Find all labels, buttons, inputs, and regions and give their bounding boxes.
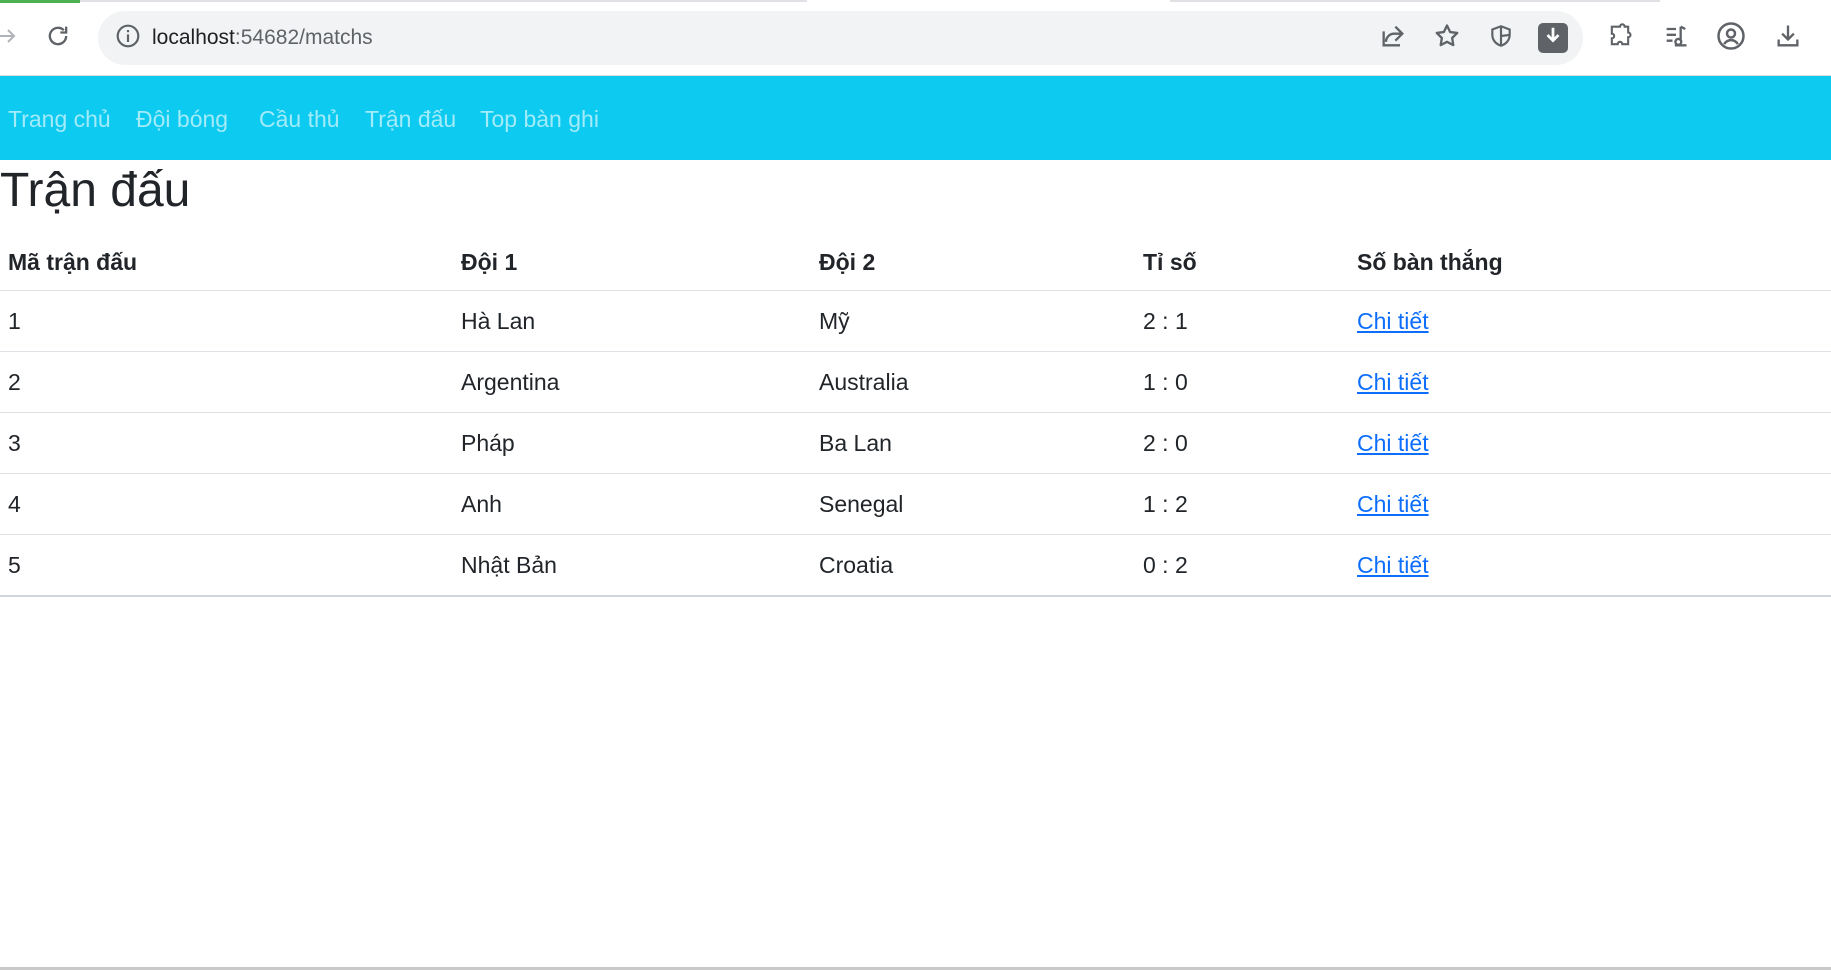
table-row: 5 Nhật Bản Croatia 0 : 2 Chi tiết (0, 534, 1831, 597)
matches-table: Mã trận đấu Đội 1 Đội 2 Tỉ số Số bàn thắ… (0, 234, 1831, 597)
shield-button[interactable] (1486, 23, 1516, 53)
arrow-right-icon (0, 24, 20, 53)
cell-team-1: Argentina (453, 351, 811, 413)
cell-team-1: Pháp (453, 412, 811, 474)
media-playlist-icon (1662, 22, 1690, 55)
cell-goals: Chi tiết (1349, 290, 1831, 352)
details-link[interactable]: Chi tiết (1357, 552, 1429, 578)
cell-score: 2 : 1 (1135, 290, 1349, 352)
share-icon (1379, 22, 1407, 55)
table-row: 2 Argentina Australia 1 : 0 Chi tiết (0, 351, 1831, 413)
download-extension-button[interactable] (1538, 23, 1568, 53)
cell-match-id: 1 (0, 290, 453, 352)
cell-team-2: Ba Lan (811, 412, 1135, 474)
bookmark-button[interactable] (1432, 23, 1462, 53)
nav-link-matches[interactable]: Trận đấu (365, 105, 456, 133)
cell-goals: Chi tiết (1349, 412, 1831, 474)
media-button[interactable] (1660, 22, 1692, 54)
profile-icon (1716, 21, 1746, 56)
details-link[interactable]: Chi tiết (1357, 430, 1429, 456)
extensions-button[interactable] (1604, 22, 1636, 54)
cell-team-2: Senegal (811, 473, 1135, 535)
download-extension-icon (1542, 25, 1564, 52)
nav-link-teams[interactable]: Đội bóng (136, 105, 228, 133)
cell-score: 1 : 2 (1135, 473, 1349, 535)
tab-strip-divider (1170, 0, 1660, 2)
cell-team-1: Hà Lan (453, 290, 811, 352)
table-header-row: Mã trận đấu Đội 1 Đội 2 Tỉ số Số bàn thắ… (0, 234, 1831, 291)
star-icon (1433, 22, 1461, 55)
downloads-button[interactable] (1772, 22, 1804, 54)
page-title: Trận đấu (0, 164, 191, 217)
site-info-button[interactable] (114, 24, 142, 52)
details-link[interactable]: Chi tiết (1357, 308, 1429, 334)
reload-button[interactable] (40, 20, 76, 56)
page-load-progress (0, 0, 80, 3)
site-navbar: Trang chủ Đội bóng Cầu thủ Trận đấu Top … (0, 76, 1831, 160)
url-text[interactable]: localhost:54682/matchs (152, 25, 373, 51)
cell-score: 1 : 0 (1135, 351, 1349, 413)
browser-toolbar: localhost:54682/matchs (0, 0, 1831, 76)
column-header-score: Tỉ số (1135, 234, 1349, 291)
page: localhost:54682/matchs Trang chủ Đội bón… (0, 0, 1831, 972)
download-icon (1774, 22, 1802, 55)
address-bar[interactable]: localhost:54682/matchs (98, 11, 1583, 65)
tab-strip-divider (80, 0, 807, 2)
cell-team-2: Australia (811, 351, 1135, 413)
cell-team-1: Nhật Bản (453, 534, 811, 597)
cell-team-2: Croatia (811, 534, 1135, 597)
table-row: 3 Pháp Ba Lan 2 : 0 Chi tiết (0, 412, 1831, 474)
nav-link-players[interactable]: Cầu thủ (259, 105, 340, 133)
cell-match-id: 4 (0, 473, 453, 535)
window-bottom-border (0, 967, 1831, 970)
cell-match-id: 5 (0, 534, 453, 597)
forward-button[interactable] (0, 20, 26, 56)
profile-button[interactable] (1715, 21, 1747, 56)
nav-link-home[interactable]: Trang chủ (8, 105, 111, 133)
nav-link-top-scorers[interactable]: Top bàn ghi (480, 105, 599, 133)
url-path: :54682/matchs (234, 26, 373, 49)
shield-icon (1488, 22, 1514, 55)
details-link[interactable]: Chi tiết (1357, 369, 1429, 395)
reload-icon (44, 22, 72, 55)
column-header-team-2: Đội 2 (811, 234, 1135, 291)
cell-goals: Chi tiết (1349, 534, 1831, 597)
table-row: 4 Anh Senegal 1 : 2 Chi tiết (0, 473, 1831, 535)
column-header-team-1: Đội 1 (453, 234, 811, 291)
puzzle-icon (1606, 22, 1634, 55)
url-host: localhost (152, 26, 235, 49)
details-link[interactable]: Chi tiết (1357, 491, 1429, 517)
share-button[interactable] (1378, 23, 1408, 53)
cell-score: 0 : 2 (1135, 534, 1349, 597)
cell-match-id: 2 (0, 351, 453, 413)
cell-team-1: Anh (453, 473, 811, 535)
cell-match-id: 3 (0, 412, 453, 474)
column-header-goals: Số bàn thắng (1349, 234, 1831, 291)
cell-score: 2 : 0 (1135, 412, 1349, 474)
column-header-match-id: Mã trận đấu (0, 234, 453, 291)
cell-goals: Chi tiết (1349, 351, 1831, 413)
cell-goals: Chi tiết (1349, 473, 1831, 535)
table-row: 1 Hà Lan Mỹ 2 : 1 Chi tiết (0, 290, 1831, 352)
cell-team-2: Mỹ (811, 290, 1135, 352)
info-icon (115, 23, 141, 54)
